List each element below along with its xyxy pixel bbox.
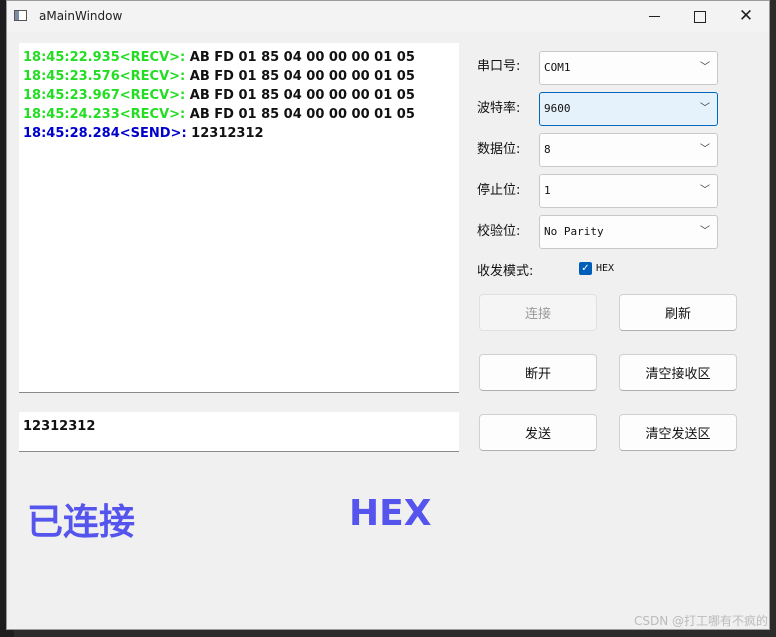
log-data: AB FD 01 85 04 00 00 00 01 05 <box>185 107 415 122</box>
minimize-icon <box>648 16 660 17</box>
mode-status: HEX <box>349 493 432 534</box>
log-timestamp: 18:45:22.935<RECV>: <box>23 50 186 65</box>
chevron-down-icon: ﹀ <box>700 62 710 73</box>
log-timestamp: 18:45:28.284<SEND>: <box>23 126 187 141</box>
connect-button[interactable]: 连接 <box>479 294 597 331</box>
log-line: 18:45:23.576<RECV>: AB FD 01 85 04 00 00… <box>23 67 455 86</box>
port-label: 串口号: <box>477 59 521 74</box>
mode-label: 收发模式: <box>477 264 534 279</box>
receive-text-area[interactable]: 18:45:22.935<RECV>: AB FD 01 85 04 00 00… <box>19 43 459 393</box>
log-line: 18:45:23.967<RECV>: AB FD 01 85 04 00 00… <box>23 86 455 105</box>
databits-value: 8 <box>544 143 551 156</box>
checkmark-icon: ✓ <box>581 263 590 274</box>
log-timestamp: 18:45:24.233<RECV>: <box>23 107 186 122</box>
log-data: 12312312 <box>186 126 264 141</box>
log-timestamp: 18:45:23.967<RECV>: <box>23 88 186 103</box>
log-line: 18:45:24.233<RECV>: AB FD 01 85 04 00 00… <box>23 105 455 124</box>
watermark: CSDN @打工哪有不疯的 <box>633 614 768 628</box>
baud-label: 波特率: <box>477 101 521 116</box>
baud-value: 9600 <box>544 102 571 115</box>
connection-status: 已连接 <box>27 502 136 543</box>
port-select[interactable]: COM1 ﹀ <box>539 51 718 85</box>
parity-select[interactable]: No Parity ﹀ <box>539 215 718 249</box>
stopbits-select[interactable]: 1 ﹀ <box>539 174 718 208</box>
maximize-icon <box>694 10 706 23</box>
log-line: 18:45:28.284<SEND>: 12312312 <box>23 124 455 143</box>
hex-checkbox-label: HEX <box>596 263 615 274</box>
port-value: COM1 <box>544 61 571 74</box>
chevron-down-icon: ﹀ <box>700 103 710 114</box>
stopbits-label: 停止位: <box>477 183 521 198</box>
chevron-down-icon: ﹀ <box>700 144 710 155</box>
databits-select[interactable]: 8 ﹀ <box>539 133 718 167</box>
disconnect-button[interactable]: 断开 <box>479 354 597 391</box>
send-text-area[interactable]: 12312312 <box>19 412 459 452</box>
baud-select[interactable]: 9600 ﹀ <box>539 92 718 126</box>
title-bar: aMainWindow ✕ <box>7 1 769 32</box>
send-button[interactable]: 发送 <box>479 414 597 451</box>
app-window-icon <box>14 10 27 21</box>
window-title: aMainWindow <box>39 9 123 23</box>
main-window: aMainWindow ✕ 18:45:22.935<RECV>: AB FD … <box>6 0 770 630</box>
stopbits-value: 1 <box>544 184 551 197</box>
refresh-button[interactable]: 刷新 <box>619 294 737 331</box>
databits-label: 数据位: <box>477 142 521 157</box>
close-icon: ✕ <box>738 6 754 26</box>
maximize-button[interactable] <box>677 1 723 32</box>
chevron-down-icon: ﹀ <box>700 185 710 196</box>
send-text: 12312312 <box>23 419 96 434</box>
log-data: AB FD 01 85 04 00 00 00 01 05 <box>185 50 415 65</box>
log-line: 18:45:22.935<RECV>: AB FD 01 85 04 00 00… <box>23 48 455 67</box>
minimize-button[interactable] <box>631 1 677 32</box>
log-data: AB FD 01 85 04 00 00 00 01 05 <box>185 69 415 84</box>
clear-receive-button[interactable]: 清空接收区 <box>619 354 737 391</box>
chevron-down-icon: ﹀ <box>700 226 710 237</box>
close-button[interactable]: ✕ <box>723 1 769 32</box>
clear-send-button[interactable]: 清空发送区 <box>619 414 737 451</box>
log-data: AB FD 01 85 04 00 00 00 01 05 <box>185 88 415 103</box>
hex-checkbox[interactable]: ✓ <box>579 262 592 275</box>
log-timestamp: 18:45:23.576<RECV>: <box>23 69 186 84</box>
parity-label: 校验位: <box>477 224 521 239</box>
parity-value: No Parity <box>544 225 604 238</box>
